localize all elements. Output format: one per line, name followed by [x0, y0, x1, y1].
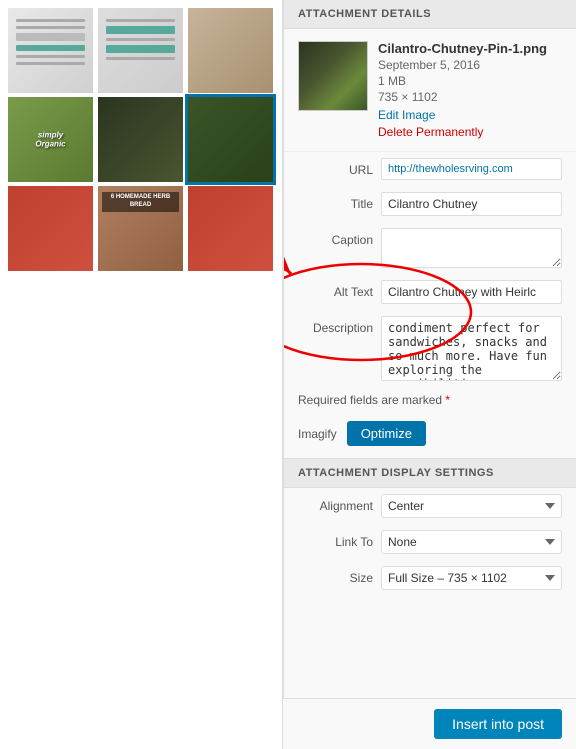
link-to-select[interactable]: None Media File Attachment Page Custom U…: [381, 530, 562, 554]
required-note: Required fields are marked *: [284, 387, 576, 413]
alignment-field-row: Alignment Center None Left Right: [284, 488, 576, 524]
attachment-date: September 5, 2016: [378, 58, 562, 72]
size-field-row: Size Full Size – 735 × 1102 Large Medium…: [284, 560, 576, 596]
insert-into-post-button[interactable]: Insert into post: [434, 709, 562, 739]
alignment-select[interactable]: Center None Left Right: [381, 494, 562, 518]
display-settings-header: ATTACHMENT DISPLAY SETTINGS: [284, 458, 576, 488]
required-asterisk: *: [445, 393, 450, 407]
alt-text-field-row: Alt Text: [284, 274, 576, 310]
thumbnail-1[interactable]: [8, 8, 93, 93]
url-label: URL: [298, 158, 373, 177]
title-label: Title: [298, 192, 373, 211]
thumbnail-2[interactable]: [98, 8, 183, 93]
thumbnail-9[interactable]: [188, 186, 273, 271]
alt-text-input[interactable]: [381, 280, 562, 304]
alt-text-label: Alt Text: [298, 280, 373, 299]
title-input[interactable]: [381, 192, 562, 216]
caption-textarea[interactable]: [381, 228, 562, 268]
description-field-row: Description condiment perfect for sandwi…: [284, 310, 576, 387]
description-textarea[interactable]: condiment perfect for sandwiches, snacks…: [381, 316, 562, 381]
title-field-row: Title: [284, 186, 576, 222]
size-label: Size: [298, 566, 373, 585]
bottom-spacer: [284, 596, 576, 651]
url-field-row: URL: [284, 152, 576, 186]
thumbnail-4[interactable]: simplyOrganic: [8, 97, 93, 182]
thumbnail-grid: simplyOrganic 6 HOMEMADE HERB BREAD: [8, 8, 274, 271]
link-to-field-row: Link To None Media File Attachment Page …: [284, 524, 576, 560]
url-input[interactable]: [381, 158, 562, 180]
caption-label: Caption: [298, 228, 373, 247]
delete-permanently-link[interactable]: Delete Permanently: [378, 125, 483, 139]
attachment-preview-thumb: [298, 41, 368, 111]
optimize-button[interactable]: Optimize: [347, 421, 426, 446]
attachment-filename: Cilantro-Chutney-Pin-1.png: [378, 41, 562, 56]
thumbnail-6[interactable]: [188, 97, 273, 182]
thumbnail-8[interactable]: 6 HOMEMADE HERB BREAD: [98, 186, 183, 271]
imagify-row: Imagify Optimize: [284, 413, 576, 454]
insert-btn-container: Insert into post: [283, 698, 576, 749]
description-label: Description: [298, 316, 373, 335]
thumbnail-3[interactable]: [188, 8, 273, 93]
thumbnail-7[interactable]: [8, 186, 93, 271]
attachment-dimensions: 735 × 1102: [378, 90, 562, 104]
alignment-label: Alignment: [298, 494, 373, 513]
attachment-info: Cilantro-Chutney-Pin-1.png September 5, …: [284, 29, 576, 152]
edit-image-link[interactable]: Edit Image: [378, 108, 562, 122]
details-panel: ATTACHMENT DETAILS Cilantro-Chutney-Pin-…: [283, 0, 576, 749]
size-select[interactable]: Full Size – 735 × 1102 Large Medium Thum…: [381, 566, 562, 590]
attachment-size: 1 MB: [378, 74, 562, 88]
imagify-label: Imagify: [298, 427, 337, 441]
attachment-meta: Cilantro-Chutney-Pin-1.png September 5, …: [378, 41, 562, 139]
attachment-details-header: ATTACHMENT DETAILS: [284, 0, 576, 29]
thumbnail-4-label: simplyOrganic: [35, 130, 65, 149]
caption-field-row: Caption: [284, 222, 576, 274]
media-grid: simplyOrganic 6 HOMEMADE HERB BREAD: [0, 0, 283, 749]
thumbnail-5[interactable]: [98, 97, 183, 182]
link-to-label: Link To: [298, 530, 373, 549]
